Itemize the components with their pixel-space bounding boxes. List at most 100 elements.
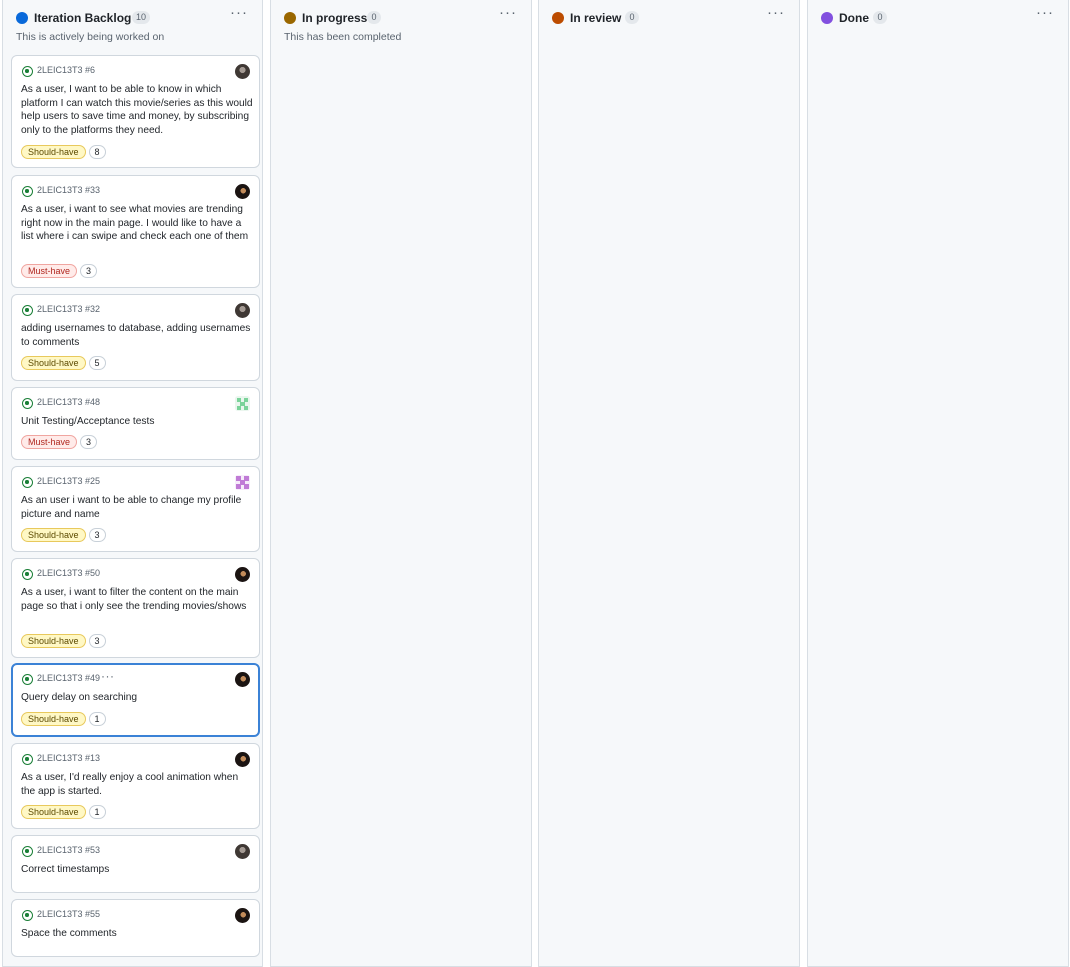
column-description: This has been completed — [284, 31, 402, 43]
issue-reference[interactable]: 2LEIC13T3 #53 — [37, 845, 100, 855]
open-issue-icon — [22, 910, 33, 921]
column-header: In progress 0 This has been completed ··… — [271, 0, 531, 50]
issue-reference[interactable]: 2LEIC13T3 #32 — [37, 304, 100, 314]
assignee-avatar[interactable] — [235, 64, 250, 79]
card-labels: Should-have 3 — [21, 634, 106, 648]
priority-label: Should-have — [21, 145, 86, 159]
column-header: Iteration Backlog 10 This is actively be… — [3, 0, 262, 50]
assignee-avatar[interactable] — [235, 844, 250, 859]
card-labels: Must-have 3 — [21, 435, 98, 449]
estimate-badge: 1 — [88, 805, 106, 819]
issue-card[interactable]: 2LEIC13T3 #55 Space the comments — [11, 899, 260, 957]
priority-label: Should-have — [21, 528, 86, 542]
column-title: Done — [839, 11, 869, 25]
issue-title[interactable]: As an user i want to be able to change m… — [21, 494, 253, 521]
issue-title[interactable]: Correct timestamps — [21, 863, 253, 877]
issue-card[interactable]: 2LEIC13T3 #13 As a user, I'd really enjo… — [11, 743, 260, 829]
issue-card[interactable]: 2LEIC13T3 #6 As a user, I want to be abl… — [11, 55, 260, 168]
open-issue-icon — [22, 186, 33, 197]
issue-title[interactable]: Query delay on searching — [21, 691, 253, 705]
issue-card[interactable]: 2LEIC13T3 #53 Correct timestamps — [11, 835, 260, 893]
status-dot-icon — [821, 12, 833, 24]
card-menu-kebab-icon[interactable]: ··· — [101, 669, 115, 683]
open-issue-icon — [22, 754, 33, 765]
column-title: In progress — [302, 11, 368, 25]
issue-reference[interactable]: 2LEIC13T3 #50 — [37, 568, 100, 578]
issue-reference[interactable]: 2LEIC13T3 #33 — [37, 185, 100, 195]
column-menu-kebab-icon[interactable]: ··· — [499, 4, 517, 21]
column-title: Iteration Backlog — [34, 11, 132, 25]
card-labels: Must-have 3 — [21, 264, 98, 278]
column-description: This is actively being worked on — [16, 31, 165, 43]
issue-title[interactable]: adding usernames to database, adding use… — [21, 322, 253, 349]
column-count-badge: 0 — [367, 11, 381, 24]
status-dot-icon — [284, 12, 296, 24]
priority-label: Should-have — [21, 356, 86, 370]
column-title: In review — [570, 11, 622, 25]
open-issue-icon — [22, 569, 33, 580]
issue-reference[interactable]: 2LEIC13T3 #13 — [37, 753, 100, 763]
priority-label: Must-have — [21, 435, 78, 449]
column-header: In review 0 ··· — [539, 0, 799, 50]
issue-reference[interactable]: 2LEIC13T3 #55 — [37, 909, 100, 919]
issue-title[interactable]: Unit Testing/Acceptance tests — [21, 415, 253, 429]
priority-label: Should-have — [21, 634, 86, 648]
open-issue-icon — [22, 305, 33, 316]
estimate-badge: 1 — [88, 712, 106, 726]
assignee-avatar[interactable] — [235, 752, 250, 767]
status-dot-icon — [552, 12, 564, 24]
issue-reference[interactable]: 2LEIC13T3 #49 — [37, 673, 100, 683]
column-in-progress: In progress 0 This has been completed ··… — [270, 0, 532, 967]
column-count-badge: 10 — [132, 11, 151, 24]
column-in-review: In review 0 ··· — [538, 0, 800, 967]
assignee-avatar[interactable] — [235, 567, 250, 582]
issue-card[interactable]: 2LEIC13T3 #33 As a user, i want to see w… — [11, 175, 260, 288]
issue-title[interactable]: As a user, i want to filter the content … — [21, 586, 253, 613]
status-dot-icon — [16, 12, 28, 24]
issue-card[interactable]: 2LEIC13T3 #48 Unit Testing/Acceptance te… — [11, 387, 260, 460]
card-labels: Should-have 1 — [21, 712, 106, 726]
assignee-avatar[interactable] — [235, 303, 250, 318]
issue-title[interactable]: As a user, i want to see what movies are… — [21, 203, 253, 244]
issue-reference[interactable]: 2LEIC13T3 #48 — [37, 397, 100, 407]
estimate-badge: 3 — [80, 264, 98, 278]
issue-title[interactable]: As a user, I want to be able to know in … — [21, 83, 253, 137]
priority-label: Must-have — [21, 264, 78, 278]
column-menu-kebab-icon[interactable]: ··· — [230, 4, 248, 21]
issue-title[interactable]: As a user, I'd really enjoy a cool anima… — [21, 771, 253, 798]
issue-card[interactable]: 2LEIC13T3 #32 adding usernames to databa… — [11, 294, 260, 381]
column-count-badge: 0 — [873, 11, 887, 24]
card-labels: Should-have 1 — [21, 805, 106, 819]
column-menu-kebab-icon[interactable]: ··· — [1036, 4, 1054, 21]
assignee-identicon-avatar[interactable] — [235, 475, 250, 490]
assignee-avatar[interactable] — [235, 908, 250, 923]
card-labels: Should-have 3 — [21, 528, 106, 542]
issue-reference[interactable]: 2LEIC13T3 #25 — [37, 476, 100, 486]
issue-reference[interactable]: 2LEIC13T3 #6 — [37, 65, 95, 75]
open-issue-icon — [22, 66, 33, 77]
open-issue-icon — [22, 477, 33, 488]
estimate-badge: 3 — [88, 634, 106, 648]
open-issue-icon — [22, 674, 33, 685]
column-menu-kebab-icon[interactable]: ··· — [767, 4, 785, 21]
card-labels: Should-have 5 — [21, 356, 106, 370]
estimate-badge: 3 — [80, 435, 98, 449]
open-issue-icon — [22, 398, 33, 409]
priority-label: Should-have — [21, 805, 86, 819]
card-labels: Should-have 8 — [21, 145, 106, 159]
assignee-identicon-avatar[interactable] — [235, 396, 250, 411]
estimate-badge: 8 — [88, 145, 106, 159]
issue-card[interactable]: 2LEIC13T3 #25 As an user i want to be ab… — [11, 466, 260, 552]
issue-card[interactable]: 2LEIC13T3 #50 As a user, i want to filte… — [11, 558, 260, 658]
column-iteration-backlog: Iteration Backlog 10 This is actively be… — [2, 0, 263, 967]
issue-title[interactable]: Space the comments — [21, 927, 253, 941]
column-count-badge: 0 — [625, 11, 639, 24]
issue-card-selected[interactable]: 2LEIC13T3 #49 ··· Query delay on searchi… — [11, 663, 260, 737]
assignee-avatar[interactable] — [235, 184, 250, 199]
priority-label: Should-have — [21, 712, 86, 726]
project-board: Iteration Backlog 10 This is actively be… — [0, 0, 1070, 967]
estimate-badge: 5 — [88, 356, 106, 370]
column-header: Done 0 ··· — [808, 0, 1068, 50]
estimate-badge: 3 — [88, 528, 106, 542]
assignee-avatar[interactable] — [235, 672, 250, 687]
